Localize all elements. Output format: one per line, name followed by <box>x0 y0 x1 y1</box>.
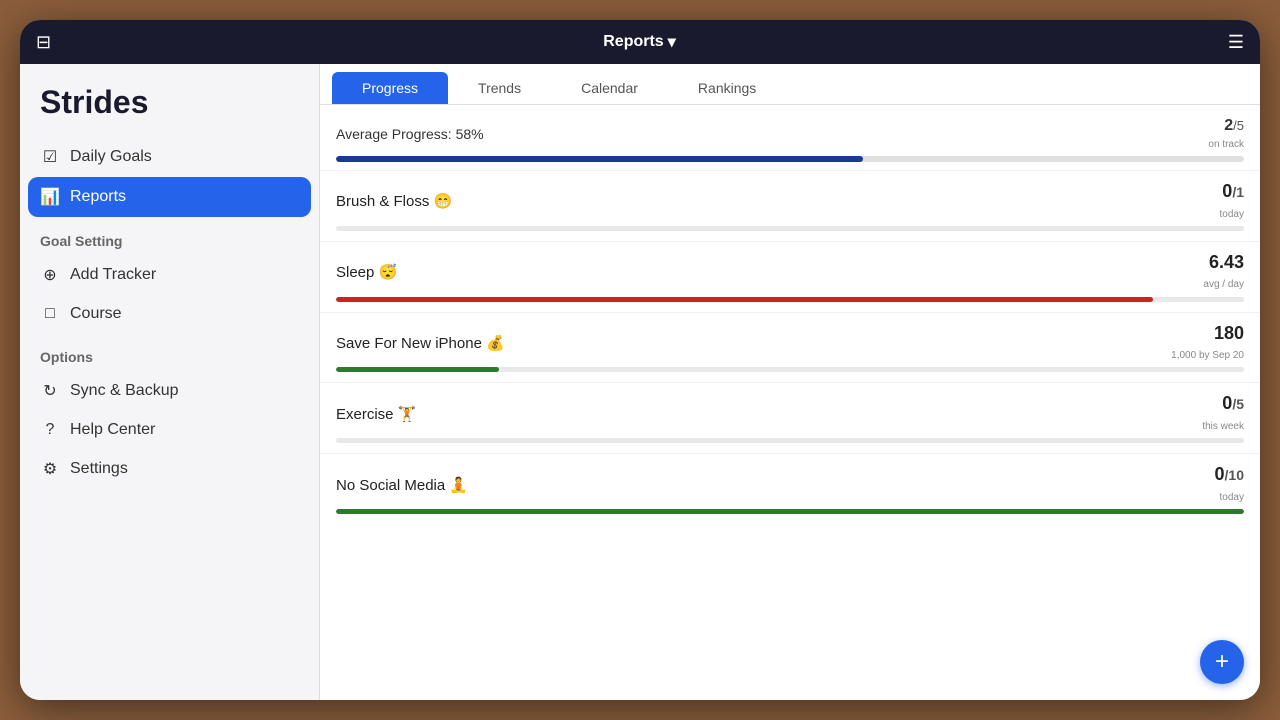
goal-name-save-iphone: Save For New iPhone 💰 <box>336 334 505 352</box>
right-panel: Progress Trends Calendar Rankings Averag… <box>320 64 1260 700</box>
goal-row-sleep: Sleep 😴 6.43 avg / day <box>320 241 1260 312</box>
goal-name-exercise: Exercise 🏋 <box>336 405 416 423</box>
goal-bar-sleep <box>336 297 1244 308</box>
goal-bar-save-iphone <box>336 367 1244 378</box>
goal-row-exercise: Exercise 🏋 0/5 this week <box>320 382 1260 453</box>
tab-trends[interactable]: Trends <box>448 72 551 104</box>
reports-label: Reports <box>70 188 126 206</box>
options-section-label: Options <box>20 333 319 371</box>
avg-progress-bar-track <box>336 156 1244 162</box>
help-icon: ? <box>40 421 60 439</box>
help-center-label: Help Center <box>70 421 155 439</box>
sidebar-item-settings[interactable]: ⚙ Settings <box>20 449 319 489</box>
avg-progress-denom: /5 <box>1233 118 1244 133</box>
tab-calendar[interactable]: Calendar <box>551 72 668 104</box>
goal-value-sub-sleep: avg / day <box>1203 279 1244 290</box>
avg-progress-sub: on track <box>1208 139 1244 150</box>
avg-progress-bar-fill <box>336 156 863 162</box>
goal-bar-track-sleep <box>336 297 1244 302</box>
goal-setting-section-label: Goal Setting <box>20 217 319 255</box>
goal-value-brush-floss: 0/1 today <box>1220 181 1244 222</box>
add-tracker-label: Add Tracker <box>70 266 156 284</box>
average-progress-row: Average Progress: 58% 2/5 on track <box>320 105 1260 154</box>
tab-bar: Progress Trends Calendar Rankings <box>320 64 1260 105</box>
goal-value-sub-save-iphone: 1,000 by Sep 20 <box>1171 350 1244 361</box>
avg-progress-label: Average Progress: 58% <box>336 126 484 142</box>
goal-bar-fill-sleep <box>336 297 1153 302</box>
sync-icon: ↻ <box>40 381 60 401</box>
goal-value-no-social-media: 0/10 today <box>1215 464 1244 505</box>
goal-value-sub-no-social-media: today <box>1220 492 1244 503</box>
reports-dropdown-icon[interactable]: ▾ <box>668 32 676 52</box>
goal-value-main-save-iphone: 180 <box>1214 323 1244 343</box>
goal-value-main-sleep: 6.43 <box>1209 252 1244 272</box>
avg-progress-main: 2 <box>1224 117 1233 134</box>
avg-progress-bar-container <box>320 154 1260 170</box>
settings-label: Settings <box>70 460 128 478</box>
goal-bar-track-brush-floss <box>336 226 1244 231</box>
course-icon: □ <box>40 305 60 323</box>
goal-value-sleep: 6.43 avg / day <box>1203 252 1244 293</box>
fab-add-button[interactable]: + <box>1200 640 1244 684</box>
goal-bar-track-exercise <box>336 438 1244 443</box>
goal-value-main-exercise: 0/5 <box>1222 393 1244 413</box>
goal-value-save-iphone: 180 1,000 by Sep 20 <box>1171 323 1244 364</box>
settings-icon: ⚙ <box>40 459 60 479</box>
goal-name-brush-floss: Brush & Floss 😁 <box>336 192 452 210</box>
daily-goals-label: Daily Goals <box>70 148 152 166</box>
goal-value-sub-brush-floss: today <box>1220 209 1244 220</box>
chart-icon: 📊 <box>40 187 60 207</box>
goal-bar-track-save-iphone <box>336 367 1244 372</box>
reports-title-label: Reports <box>603 33 663 51</box>
main-content: Strides ☑ Daily Goals 📊 Reports Goal Set… <box>20 64 1260 700</box>
menu-icon[interactable]: ☰ <box>1228 32 1244 53</box>
goal-value-main-no-social-media: 0/10 <box>1215 464 1244 484</box>
checkbox-icon: ☑ <box>40 147 60 167</box>
sidebar: Strides ☑ Daily Goals 📊 Reports Goal Set… <box>20 64 320 700</box>
goal-value-sub-exercise: this week <box>1202 421 1244 432</box>
goal-bar-track-no-social-media <box>336 509 1244 514</box>
tab-progress[interactable]: Progress <box>332 72 448 104</box>
goal-rows-container: Brush & Floss 😁 0/1 today Sleep 😴 6.43 a… <box>320 170 1260 524</box>
add-icon: ⊕ <box>40 265 60 285</box>
tab-rankings[interactable]: Rankings <box>668 72 786 104</box>
goal-value-exercise: 0/5 this week <box>1202 393 1244 434</box>
sidebar-item-daily-goals[interactable]: ☑ Daily Goals <box>20 137 319 177</box>
goal-row-save-iphone: Save For New iPhone 💰 180 1,000 by Sep 2… <box>320 312 1260 383</box>
goal-name-no-social-media: No Social Media 🧘 <box>336 476 468 494</box>
sidebar-item-help-center[interactable]: ? Help Center <box>20 411 319 449</box>
goal-value-main-brush-floss: 0/1 <box>1222 181 1244 201</box>
sidebar-item-sync-backup[interactable]: ↻ Sync & Backup <box>20 371 319 411</box>
course-label: Course <box>70 305 122 323</box>
goal-bar-fill-save-iphone <box>336 367 499 372</box>
top-bar: ⊟ Reports ▾ ☰ <box>20 20 1260 64</box>
sidebar-item-course[interactable]: □ Course <box>20 295 319 333</box>
goal-bar-exercise <box>336 438 1244 449</box>
sync-backup-label: Sync & Backup <box>70 382 179 400</box>
app-title: Strides <box>20 84 319 137</box>
reports-content: Average Progress: 58% 2/5 on track Brush… <box>320 105 1260 700</box>
sidebar-toggle-icon[interactable]: ⊟ <box>36 32 51 53</box>
sidebar-item-reports[interactable]: 📊 Reports <box>28 177 311 217</box>
sidebar-item-add-tracker[interactable]: ⊕ Add Tracker <box>20 255 319 295</box>
top-bar-title[interactable]: Reports ▾ <box>603 32 675 52</box>
goal-name-sleep: Sleep 😴 <box>336 263 397 281</box>
goal-row-brush-floss: Brush & Floss 😁 0/1 today <box>320 170 1260 241</box>
goal-bar-fill-no-social-media <box>336 509 1244 514</box>
avg-progress-value: 2/5 on track <box>1208 117 1244 150</box>
goal-bar-no-social-media <box>336 509 1244 520</box>
goal-row-no-social-media: No Social Media 🧘 0/10 today <box>320 453 1260 524</box>
goal-bar-brush-floss <box>336 226 1244 237</box>
